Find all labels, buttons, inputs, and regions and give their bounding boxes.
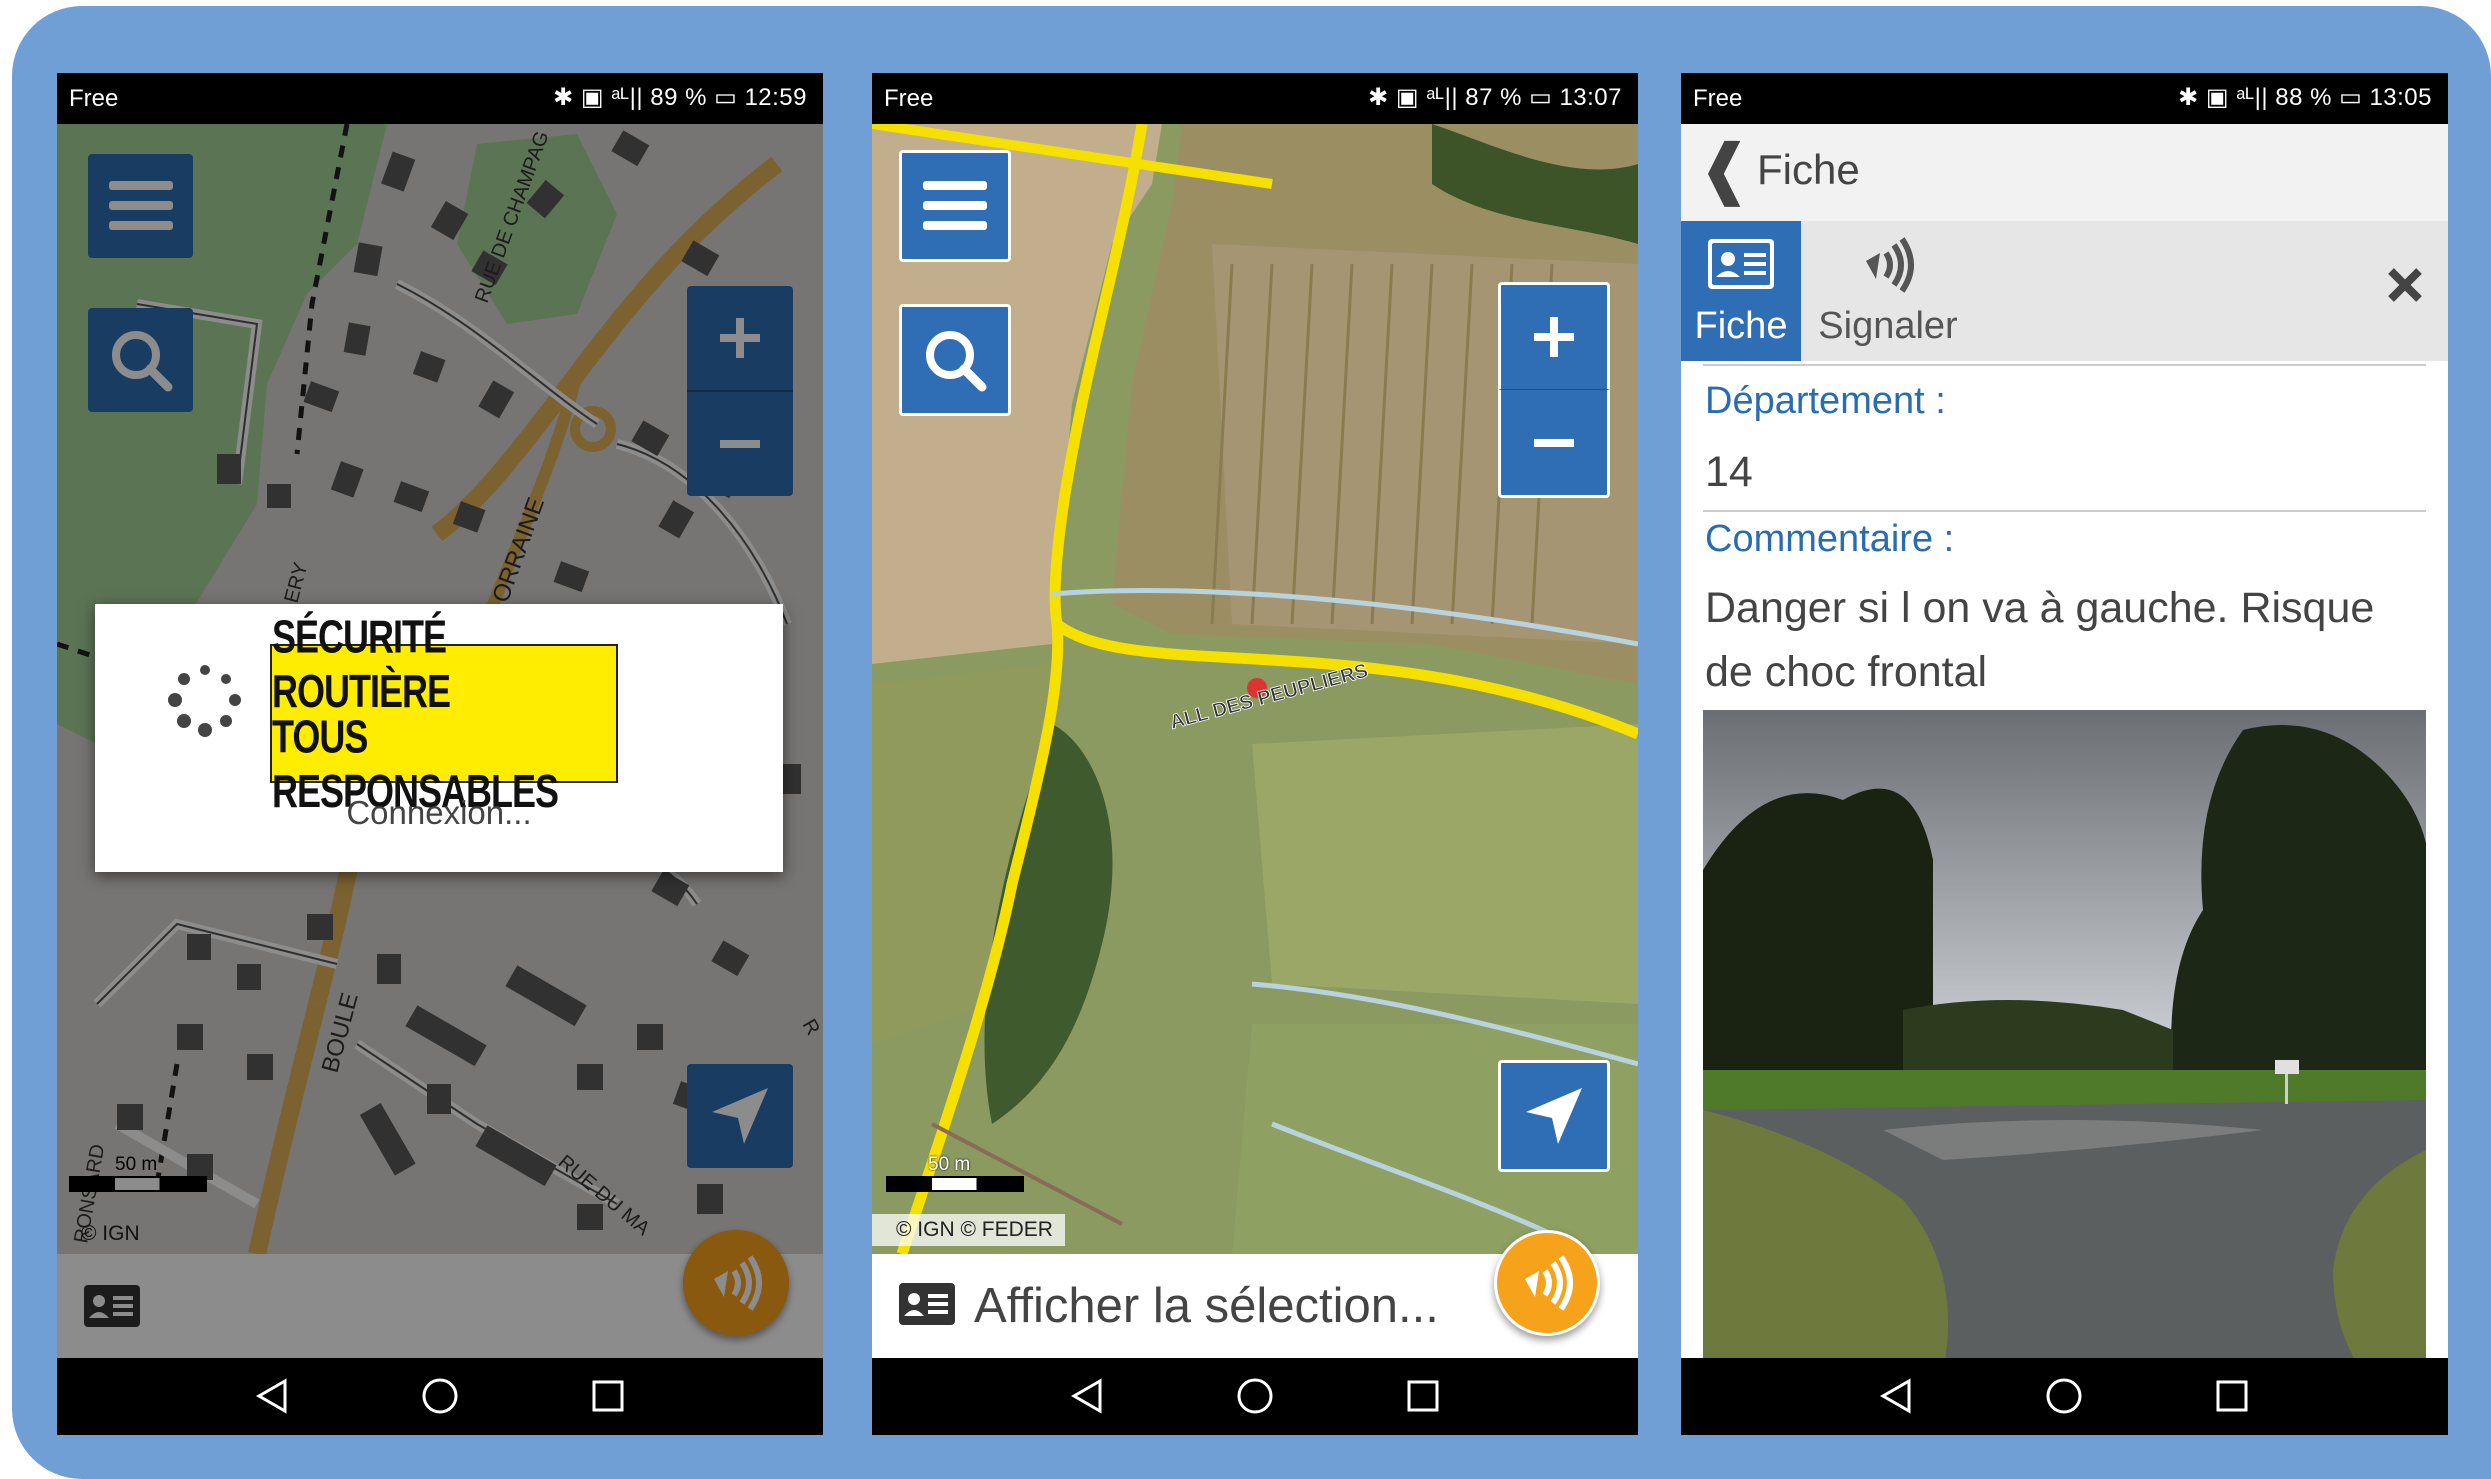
triangle-back-icon <box>1879 1378 1911 1414</box>
field-label-commentaire: Commentaire : <box>1705 518 1955 560</box>
locate-button[interactable] <box>1498 1060 1610 1172</box>
menu-button[interactable] <box>899 150 1011 262</box>
circle-home-icon <box>1237 1378 1273 1414</box>
clock: 13:07 <box>1559 84 1622 111</box>
clock: 13:05 <box>2369 84 2432 111</box>
tab-signaler-label: Signaler <box>1818 305 1958 347</box>
phone-screen-3: Free ✱ ▣ ᵃᴸ|| 88 % ▭ 13:05 ❰ Fiche Fiche… <box>1681 73 2448 1435</box>
carrier-label: Free <box>1693 85 1743 112</box>
square-recents-icon <box>592 1380 624 1412</box>
field-value-commentaire: Danger si l on va à gauche. Risque de ch… <box>1705 584 2375 696</box>
search-button[interactable] <box>899 304 1011 416</box>
field-value-departement: 14 <box>1705 448 1753 496</box>
id-card-icon <box>1708 239 1774 289</box>
plus-icon <box>1534 317 1574 357</box>
zoom-in-button[interactable] <box>1498 282 1610 390</box>
report-button[interactable] <box>1494 1230 1600 1336</box>
carrier-label: Free <box>69 85 119 112</box>
tab-bar: Fiche Signaler <box>1681 221 2448 361</box>
circle-home-icon <box>2046 1378 2082 1414</box>
battery-level: 87 % <box>1465 84 1522 111</box>
back-nav-button[interactable] <box>1061 1370 1113 1422</box>
hamburger-icon <box>923 181 987 230</box>
id-card-icon <box>899 1283 955 1325</box>
status-icons: ✱ ▣ ᵃᴸ|| 87 % ▭ 13:07 <box>1368 84 1622 111</box>
map-attribution: © IGN © FEDER <box>872 1214 1065 1246</box>
tab-signaler[interactable]: Signaler <box>1803 221 1973 361</box>
status-bar: Free ✱ ▣ ᵃᴸ|| 89 % ▭ 12:59 <box>57 73 823 124</box>
connection-dialog: SÉCURITÉ ROUTIÈRE TOUS RESPONSABLES Conn… <box>95 604 783 872</box>
page-title: Fiche <box>1757 146 1860 193</box>
circle-home-icon <box>422 1378 458 1414</box>
phone-screen-1: Free ✱ ▣ ᵃᴸ|| 89 % ▭ 12:59 RUE DE CHAMPA… <box>57 73 823 1435</box>
home-nav-button[interactable] <box>414 1370 466 1422</box>
back-nav-button[interactable] <box>1870 1370 1922 1422</box>
home-nav-button[interactable] <box>2038 1370 2090 1422</box>
zoom-out-button[interactable] <box>1498 390 1610 498</box>
back-nav-button[interactable] <box>246 1370 298 1422</box>
tab-fiche-label: Fiche <box>1694 305 1788 347</box>
triangle-back-icon <box>1070 1378 1102 1414</box>
back-chevron-icon[interactable]: ❰ <box>1697 130 1752 207</box>
securite-routiere-logo: SÉCURITÉ ROUTIÈRE TOUS RESPONSABLES <box>270 609 618 817</box>
broadcast-icon <box>1525 1255 1573 1311</box>
clock: 12:59 <box>744 84 807 111</box>
broadcast-icon <box>1866 237 1914 293</box>
battery-level: 89 % <box>650 84 707 111</box>
recents-nav-button[interactable] <box>2206 1370 2258 1422</box>
field-label-departement: Département : <box>1705 380 1946 422</box>
status-icons: ✱ ▣ ᵃᴸ|| 89 % ▭ 12:59 <box>553 84 807 111</box>
home-nav-button[interactable] <box>1229 1370 1281 1422</box>
dialog-message: Connexion... <box>346 794 532 831</box>
status-bar: Free ✱ ▣ ᵃᴸ|| 87 % ▭ 13:07 <box>872 73 1638 124</box>
square-recents-icon <box>2216 1380 2248 1412</box>
map-view[interactable]: ALL DES PEUPLIERS 50 m © IGN © FEDER Aff… <box>872 124 1638 1358</box>
recents-nav-button[interactable] <box>1397 1370 1449 1422</box>
scale-label: 50 m <box>928 1154 971 1175</box>
phone-screen-2: Free ✱ ▣ ᵃᴸ|| 87 % ▭ 13:07 ALL DES PEUPL… <box>872 73 1638 1435</box>
show-selection-label[interactable]: Afficher la sélection... <box>974 1278 1439 1334</box>
tab-fiche[interactable]: Fiche <box>1681 221 1801 361</box>
map-view[interactable]: RUE DE CHAMPAG ORRAINE BOULE ERY RONSARD… <box>57 124 823 1358</box>
minus-icon <box>1534 438 1574 447</box>
loading-spinner-icon <box>168 665 241 737</box>
site-photo <box>1703 710 2426 1358</box>
app-header: ❰ Fiche <box>1681 124 2448 221</box>
system-nav-bar <box>872 1358 1638 1435</box>
recents-nav-button[interactable] <box>582 1370 634 1422</box>
close-icon[interactable] <box>2387 267 2423 303</box>
detail-view: ❰ Fiche Fiche Signaler Département : 14 … <box>1681 124 2448 1358</box>
square-recents-icon <box>1407 1380 1439 1412</box>
status-bar: Free ✱ ▣ ᵃᴸ|| 88 % ▭ 13:05 <box>1681 73 2448 124</box>
system-nav-bar <box>1681 1358 2448 1435</box>
search-icon <box>926 331 987 392</box>
system-nav-bar <box>57 1358 823 1435</box>
scale-bar: 50 m <box>886 1154 1024 1192</box>
triangle-back-icon <box>255 1378 287 1414</box>
logo-line-1: SÉCURITÉ ROUTIÈRE <box>272 608 451 717</box>
navigation-arrow-icon <box>1526 1088 1582 1144</box>
carrier-label: Free <box>884 85 934 112</box>
status-icons: ✱ ▣ ᵃᴸ|| 88 % ▭ 13:05 <box>2178 84 2432 111</box>
battery-level: 88 % <box>2275 84 2332 111</box>
